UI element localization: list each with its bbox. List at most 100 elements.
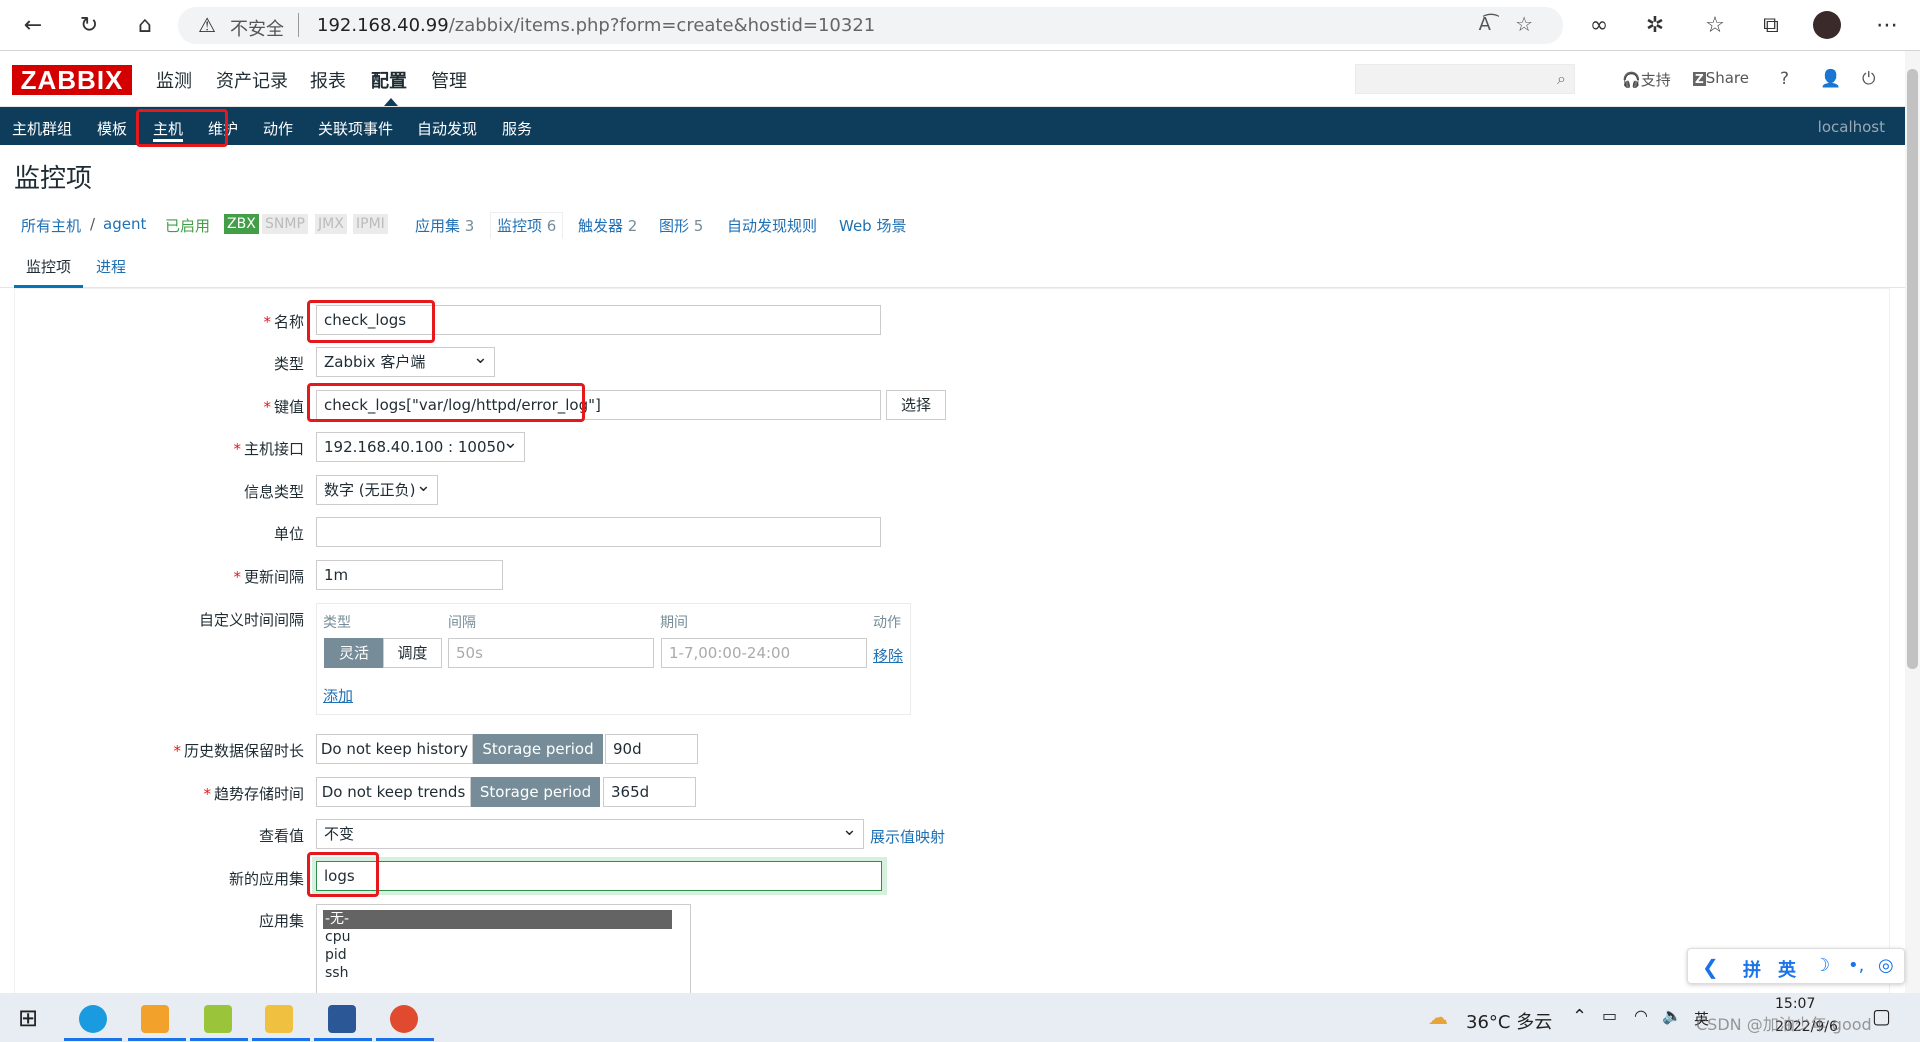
ime-moon-icon[interactable]: ☽ <box>1814 955 1830 976</box>
support-link[interactable]: 🎧支持 <box>1622 69 1671 90</box>
breadcrumb-graphs[interactable]: 图形 5 <box>659 215 703 236</box>
favorite-star-icon[interactable]: ☆ <box>1515 12 1533 36</box>
edge-icon[interactable] <box>79 1005 107 1033</box>
ime-toolbar[interactable]: ❮ 拼 英 ☽ •, ◎ <box>1687 948 1905 984</box>
host-status-enabled[interactable]: 已启用 <box>165 215 210 236</box>
address-bar[interactable]: ⚠ 不安全 192.168.40.99/zabbix/items.php?for… <box>178 7 1563 44</box>
favorites-icon[interactable]: ☆ <box>1700 10 1730 40</box>
menu-monitoring[interactable]: 监测 <box>156 67 192 93</box>
do-not-keep-trends-toggle[interactable]: Do not keep trends <box>316 777 471 807</box>
breadcrumb-all-hosts[interactable]: 所有主机 <box>21 215 81 236</box>
windows-start-icon[interactable]: ⊞ <box>18 1004 38 1032</box>
volume-icon[interactable]: 🔈 <box>1662 1006 1682 1025</box>
ipmi-badge: IPMI <box>353 214 388 234</box>
remove-link[interactable]: 移除 <box>873 645 903 666</box>
menu-reports[interactable]: 报表 <box>310 67 346 93</box>
zabbix-logo[interactable]: ZABBIX <box>12 65 132 95</box>
back-icon[interactable]: ← <box>18 10 48 40</box>
subnav-templates[interactable]: 模板 <box>97 118 127 139</box>
subnav-host-groups[interactable]: 主机群组 <box>12 118 72 139</box>
ime-pinyin[interactable]: 拼 <box>1743 956 1761 982</box>
item-form <box>14 288 1890 1000</box>
subnav-correlation[interactable]: 关联项事件 <box>318 118 393 139</box>
active-indicator <box>314 1038 372 1041</box>
vmware-icon[interactable] <box>141 1005 169 1033</box>
column-action: 动作 <box>873 615 901 631</box>
wifi-icon[interactable]: ◠ <box>1634 1006 1648 1025</box>
add-link[interactable]: 添加 <box>323 685 353 706</box>
tab-item[interactable]: 监控项 <box>14 256 84 288</box>
file-explorer-icon[interactable] <box>265 1005 293 1033</box>
active-indicator <box>128 1038 186 1041</box>
breadcrumb: 所有主机 / agent 已启用 ZBX SNMP JMX IPMI 应用集 3… <box>0 212 1905 239</box>
breadcrumb-host[interactable]: agent <box>103 215 146 233</box>
logout-icon[interactable]: ⏻ <box>1862 69 1875 89</box>
word-icon[interactable] <box>328 1005 356 1033</box>
subnav-discovery[interactable]: 自动发现 <box>417 118 477 139</box>
name-label: * 名称 <box>263 313 304 331</box>
ime-english[interactable]: 英 <box>1778 956 1796 982</box>
show-value-mappings-link[interactable]: 展示值映射 <box>870 826 945 847</box>
home-icon[interactable]: ⌂ <box>130 10 160 40</box>
weather-text[interactable]: 36°C 多云 <box>1466 1008 1552 1034</box>
tray-chevron-icon[interactable]: ⌃ <box>1572 1006 1587 1027</box>
scheduling-toggle[interactable]: 调度 <box>383 638 442 668</box>
reload-icon[interactable]: ↻ <box>74 10 104 40</box>
new-application-field[interactable]: logs <box>316 861 882 891</box>
breadcrumb-applications[interactable]: 应用集 3 <box>415 215 474 236</box>
ime-settings-icon[interactable]: ◎ <box>1878 955 1894 976</box>
units-field[interactable] <box>316 517 881 547</box>
app-icon[interactable] <box>390 1005 418 1033</box>
clock-time[interactable]: 15:07 <box>1775 996 1815 1012</box>
interval-label: * 更新间隔 <box>233 568 304 586</box>
custom-period-field[interactable]: 1-7,00:00-24:00 <box>661 638 867 668</box>
flexible-toggle[interactable]: 灵活 <box>324 638 384 668</box>
trends-storage-period-toggle[interactable]: Storage period <box>471 777 600 807</box>
list-item[interactable]: pid <box>325 947 690 965</box>
type-select[interactable]: Zabbix 客户端 <box>316 344 495 377</box>
list-item[interactable]: -无- <box>323 910 672 929</box>
history-field[interactable]: 90d <box>605 734 698 764</box>
breadcrumb-triggers[interactable]: 触发器 2 <box>578 215 637 236</box>
search-input[interactable]: ⌕ <box>1355 64 1575 94</box>
page-scrollbar[interactable] <box>1905 51 1920 993</box>
do-not-keep-history-toggle[interactable]: Do not keep history <box>316 734 473 764</box>
menu-administration[interactable]: 管理 <box>431 67 467 93</box>
applications-listbox[interactable]: -无- cpu pid ssh <box>316 904 691 994</box>
mobaxterm-icon[interactable] <box>204 1005 232 1033</box>
breadcrumb-items[interactable]: 监控项 6 <box>490 212 564 239</box>
menu-configuration[interactable]: 配置 <box>371 67 407 93</box>
ime-punct-icon[interactable]: •, <box>1848 955 1864 976</box>
list-item[interactable]: ssh <box>325 965 690 983</box>
tab-preprocessing[interactable]: 进程 <box>96 256 126 277</box>
collections-icon[interactable]: ⧉ <box>1756 10 1786 40</box>
trends-field[interactable]: 365d <box>603 777 696 807</box>
breadcrumb-discovery[interactable]: 自动发现规则 <box>727 215 817 236</box>
puzzle-icon[interactable]: ✲ <box>1640 10 1670 40</box>
interface-select[interactable]: 192.168.40.100 : 10050 <box>316 429 525 462</box>
avatar[interactable] <box>1812 10 1842 40</box>
subnav-services[interactable]: 服务 <box>502 118 532 139</box>
user-profile-icon[interactable]: 👤 <box>1820 69 1841 89</box>
insecure-label: 不安全 <box>230 19 284 40</box>
extension-icon[interactable]: ∞ <box>1584 10 1614 40</box>
menu-inventory[interactable]: 资产记录 <box>216 67 288 93</box>
server-name: localhost <box>1817 118 1885 136</box>
custom-interval-field[interactable]: 50s <box>448 638 654 668</box>
history-storage-period-toggle[interactable]: Storage period <box>473 734 603 764</box>
help-icon[interactable]: ? <box>1780 69 1789 89</box>
read-aloud-icon[interactable]: A͡ <box>1479 14 1491 35</box>
valuemap-select[interactable]: 不变 <box>316 816 864 849</box>
notification-icon[interactable]: ▢ <box>1872 1004 1891 1028</box>
info-type-select[interactable]: 数字 (无正负) <box>316 472 438 505</box>
key-select-button[interactable]: 选择 <box>886 390 946 420</box>
share-link[interactable]: Z Share <box>1693 69 1749 87</box>
subnav-actions[interactable]: 动作 <box>263 118 293 139</box>
more-icon[interactable]: ⋯ <box>1872 10 1902 40</box>
breadcrumb-web[interactable]: Web 场景 <box>839 215 906 236</box>
interval-field[interactable]: 1m <box>316 560 503 590</box>
highlight-box <box>307 300 435 343</box>
battery-icon[interactable]: ▭ <box>1602 1006 1617 1025</box>
list-item[interactable]: cpu <box>325 929 690 947</box>
scrollbar-thumb[interactable] <box>1907 69 1918 669</box>
